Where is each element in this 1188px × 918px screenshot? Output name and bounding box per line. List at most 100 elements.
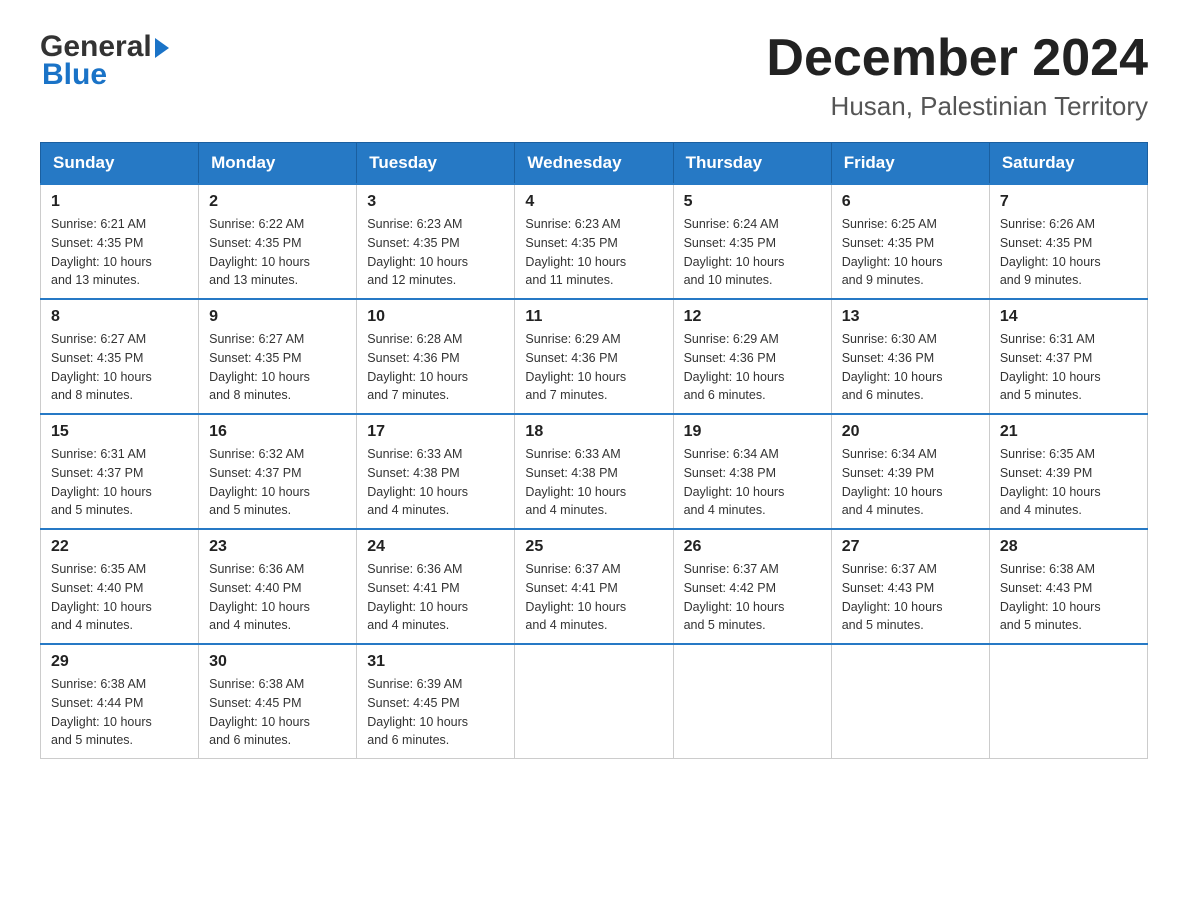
day-info: Sunrise: 6:37 AM Sunset: 4:43 PM Dayligh… — [842, 560, 979, 635]
day-number: 28 — [1000, 538, 1137, 556]
day-number: 24 — [367, 538, 504, 556]
calendar-day-cell: 7 Sunrise: 6:26 AM Sunset: 4:35 PM Dayli… — [989, 184, 1147, 299]
calendar-day-cell: 1 Sunrise: 6:21 AM Sunset: 4:35 PM Dayli… — [41, 184, 199, 299]
calendar-day-cell: 16 Sunrise: 6:32 AM Sunset: 4:37 PM Dayl… — [199, 414, 357, 529]
calendar-day-cell: 12 Sunrise: 6:29 AM Sunset: 4:36 PM Dayl… — [673, 299, 831, 414]
day-info: Sunrise: 6:37 AM Sunset: 4:42 PM Dayligh… — [684, 560, 821, 635]
title-block: December 2024 Husan, Palestinian Territo… — [766, 30, 1148, 122]
day-number: 1 — [51, 193, 188, 211]
calendar-day-cell: 28 Sunrise: 6:38 AM Sunset: 4:43 PM Dayl… — [989, 529, 1147, 644]
calendar-day-cell: 19 Sunrise: 6:34 AM Sunset: 4:38 PM Dayl… — [673, 414, 831, 529]
calendar-table: SundayMondayTuesdayWednesdayThursdayFrid… — [40, 142, 1148, 759]
day-info: Sunrise: 6:28 AM Sunset: 4:36 PM Dayligh… — [367, 330, 504, 405]
day-number: 25 — [525, 538, 662, 556]
day-info: Sunrise: 6:30 AM Sunset: 4:36 PM Dayligh… — [842, 330, 979, 405]
calendar-day-cell: 11 Sunrise: 6:29 AM Sunset: 4:36 PM Dayl… — [515, 299, 673, 414]
day-number: 19 — [684, 423, 821, 441]
calendar-day-cell: 30 Sunrise: 6:38 AM Sunset: 4:45 PM Dayl… — [199, 644, 357, 759]
calendar-day-cell — [673, 644, 831, 759]
calendar-day-cell: 2 Sunrise: 6:22 AM Sunset: 4:35 PM Dayli… — [199, 184, 357, 299]
calendar-day-cell: 31 Sunrise: 6:39 AM Sunset: 4:45 PM Dayl… — [357, 644, 515, 759]
calendar-day-cell: 8 Sunrise: 6:27 AM Sunset: 4:35 PM Dayli… — [41, 299, 199, 414]
day-info: Sunrise: 6:27 AM Sunset: 4:35 PM Dayligh… — [209, 330, 346, 405]
day-number: 6 — [842, 193, 979, 211]
calendar-day-cell: 4 Sunrise: 6:23 AM Sunset: 4:35 PM Dayli… — [515, 184, 673, 299]
day-number: 9 — [209, 308, 346, 326]
day-of-week-header: Wednesday — [515, 143, 673, 185]
day-info: Sunrise: 6:27 AM Sunset: 4:35 PM Dayligh… — [51, 330, 188, 405]
calendar-day-cell: 25 Sunrise: 6:37 AM Sunset: 4:41 PM Dayl… — [515, 529, 673, 644]
day-info: Sunrise: 6:36 AM Sunset: 4:40 PM Dayligh… — [209, 560, 346, 635]
calendar-day-cell: 18 Sunrise: 6:33 AM Sunset: 4:38 PM Dayl… — [515, 414, 673, 529]
day-of-week-header: Tuesday — [357, 143, 515, 185]
day-number: 23 — [209, 538, 346, 556]
calendar-title: December 2024 — [766, 30, 1148, 87]
calendar-header: SundayMondayTuesdayWednesdayThursdayFrid… — [41, 143, 1148, 185]
calendar-day-cell: 3 Sunrise: 6:23 AM Sunset: 4:35 PM Dayli… — [357, 184, 515, 299]
day-number: 2 — [209, 193, 346, 211]
day-number: 27 — [842, 538, 979, 556]
day-info: Sunrise: 6:34 AM Sunset: 4:39 PM Dayligh… — [842, 445, 979, 520]
calendar-day-cell: 23 Sunrise: 6:36 AM Sunset: 4:40 PM Dayl… — [199, 529, 357, 644]
day-number: 5 — [684, 193, 821, 211]
day-of-week-header: Thursday — [673, 143, 831, 185]
calendar-day-cell — [831, 644, 989, 759]
day-info: Sunrise: 6:24 AM Sunset: 4:35 PM Dayligh… — [684, 215, 821, 290]
day-info: Sunrise: 6:29 AM Sunset: 4:36 PM Dayligh… — [525, 330, 662, 405]
day-of-week-header: Saturday — [989, 143, 1147, 185]
day-info: Sunrise: 6:31 AM Sunset: 4:37 PM Dayligh… — [1000, 330, 1137, 405]
calendar-day-cell: 22 Sunrise: 6:35 AM Sunset: 4:40 PM Dayl… — [41, 529, 199, 644]
day-of-week-header: Monday — [199, 143, 357, 185]
day-info: Sunrise: 6:31 AM Sunset: 4:37 PM Dayligh… — [51, 445, 188, 520]
day-info: Sunrise: 6:26 AM Sunset: 4:35 PM Dayligh… — [1000, 215, 1137, 290]
calendar-week-row: 22 Sunrise: 6:35 AM Sunset: 4:40 PM Dayl… — [41, 529, 1148, 644]
day-number: 21 — [1000, 423, 1137, 441]
day-number: 20 — [842, 423, 979, 441]
day-info: Sunrise: 6:32 AM Sunset: 4:37 PM Dayligh… — [209, 445, 346, 520]
calendar-day-cell: 27 Sunrise: 6:37 AM Sunset: 4:43 PM Dayl… — [831, 529, 989, 644]
day-info: Sunrise: 6:29 AM Sunset: 4:36 PM Dayligh… — [684, 330, 821, 405]
page-header: General Blue December 2024 Husan, Palest… — [40, 30, 1148, 122]
day-number: 16 — [209, 423, 346, 441]
day-number: 11 — [525, 308, 662, 326]
day-info: Sunrise: 6:21 AM Sunset: 4:35 PM Dayligh… — [51, 215, 188, 290]
logo-triangle-icon — [155, 38, 169, 58]
calendar-day-cell: 29 Sunrise: 6:38 AM Sunset: 4:44 PM Dayl… — [41, 644, 199, 759]
day-info: Sunrise: 6:33 AM Sunset: 4:38 PM Dayligh… — [367, 445, 504, 520]
calendar-day-cell: 26 Sunrise: 6:37 AM Sunset: 4:42 PM Dayl… — [673, 529, 831, 644]
day-info: Sunrise: 6:22 AM Sunset: 4:35 PM Dayligh… — [209, 215, 346, 290]
day-info: Sunrise: 6:38 AM Sunset: 4:44 PM Dayligh… — [51, 675, 188, 750]
calendar-week-row: 8 Sunrise: 6:27 AM Sunset: 4:35 PM Dayli… — [41, 299, 1148, 414]
logo: General Blue — [40, 30, 169, 92]
day-number: 8 — [51, 308, 188, 326]
day-number: 7 — [1000, 193, 1137, 211]
day-number: 17 — [367, 423, 504, 441]
calendar-day-cell: 17 Sunrise: 6:33 AM Sunset: 4:38 PM Dayl… — [357, 414, 515, 529]
day-number: 26 — [684, 538, 821, 556]
logo-blue-text: Blue — [42, 58, 169, 92]
day-number: 30 — [209, 653, 346, 671]
day-info: Sunrise: 6:38 AM Sunset: 4:43 PM Dayligh… — [1000, 560, 1137, 635]
calendar-day-cell: 20 Sunrise: 6:34 AM Sunset: 4:39 PM Dayl… — [831, 414, 989, 529]
day-number: 3 — [367, 193, 504, 211]
calendar-day-cell: 10 Sunrise: 6:28 AM Sunset: 4:36 PM Dayl… — [357, 299, 515, 414]
day-number: 12 — [684, 308, 821, 326]
calendar-day-cell — [515, 644, 673, 759]
day-info: Sunrise: 6:25 AM Sunset: 4:35 PM Dayligh… — [842, 215, 979, 290]
day-number: 4 — [525, 193, 662, 211]
calendar-day-cell: 9 Sunrise: 6:27 AM Sunset: 4:35 PM Dayli… — [199, 299, 357, 414]
days-of-week-row: SundayMondayTuesdayWednesdayThursdayFrid… — [41, 143, 1148, 185]
day-info: Sunrise: 6:38 AM Sunset: 4:45 PM Dayligh… — [209, 675, 346, 750]
day-info: Sunrise: 6:23 AM Sunset: 4:35 PM Dayligh… — [525, 215, 662, 290]
day-number: 29 — [51, 653, 188, 671]
calendar-body: 1 Sunrise: 6:21 AM Sunset: 4:35 PM Dayli… — [41, 184, 1148, 759]
calendar-day-cell: 14 Sunrise: 6:31 AM Sunset: 4:37 PM Dayl… — [989, 299, 1147, 414]
day-number: 15 — [51, 423, 188, 441]
day-info: Sunrise: 6:23 AM Sunset: 4:35 PM Dayligh… — [367, 215, 504, 290]
day-info: Sunrise: 6:37 AM Sunset: 4:41 PM Dayligh… — [525, 560, 662, 635]
day-of-week-header: Friday — [831, 143, 989, 185]
calendar-week-row: 29 Sunrise: 6:38 AM Sunset: 4:44 PM Dayl… — [41, 644, 1148, 759]
day-number: 10 — [367, 308, 504, 326]
day-number: 31 — [367, 653, 504, 671]
calendar-day-cell: 13 Sunrise: 6:30 AM Sunset: 4:36 PM Dayl… — [831, 299, 989, 414]
